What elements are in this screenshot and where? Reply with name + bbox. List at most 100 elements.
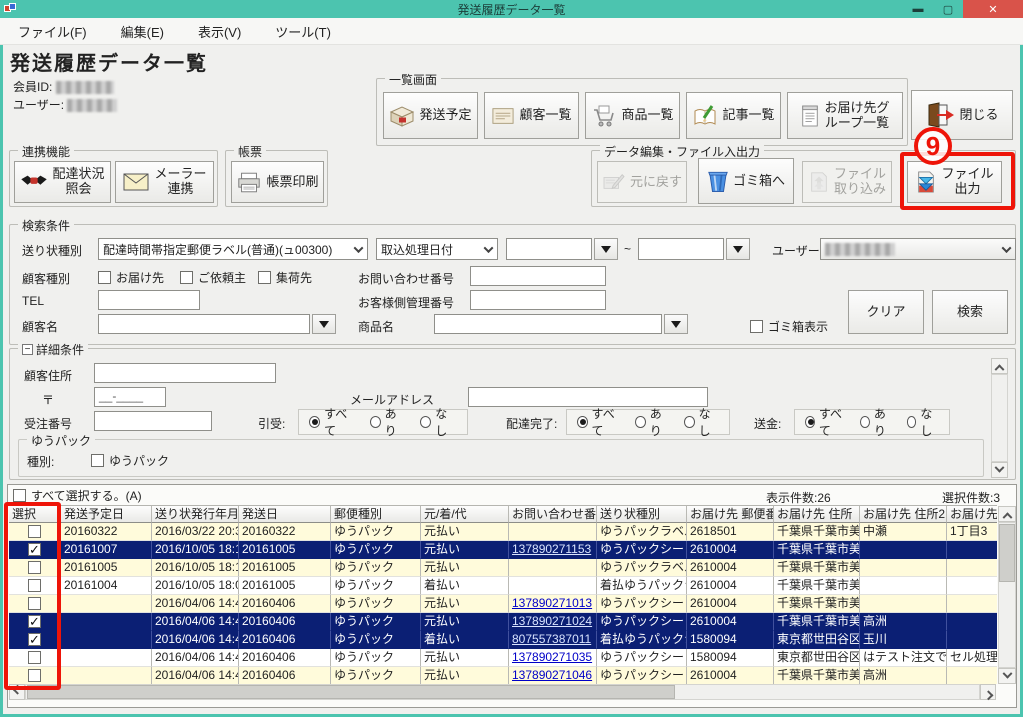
date-to-picker-button[interactable]: [726, 238, 750, 260]
table-header-cell[interactable]: 発送日: [239, 505, 331, 523]
date-from-picker-button[interactable]: [594, 238, 618, 260]
row-checkbox[interactable]: [28, 561, 41, 574]
checkbox-delivery-to[interactable]: お届け先: [98, 269, 164, 286]
radio-remit-no[interactable]: なし: [907, 405, 939, 439]
shipping-schedule-button[interactable]: 発送予定: [383, 92, 478, 139]
customer-name-input[interactable]: [98, 314, 310, 334]
tracking-number-link[interactable]: 807557387011: [512, 632, 591, 646]
radio-delivery-no[interactable]: なし: [684, 405, 719, 439]
clear-button[interactable]: クリア: [848, 290, 924, 334]
tracking-number-link[interactable]: 137890271035: [512, 650, 592, 664]
table-row[interactable]: 201603222016/03/22 20:320160322ゆうパック元払いゆ…: [9, 523, 997, 541]
customer-list-button[interactable]: 顧客一覧: [484, 92, 579, 139]
radio-pickup-all[interactable]: すべて: [309, 405, 356, 439]
select-all-checkbox[interactable]: [13, 489, 26, 502]
order-no-input[interactable]: [94, 411, 212, 431]
user-filter-select[interactable]: [820, 238, 1016, 260]
row-checkbox[interactable]: [28, 615, 41, 628]
checkbox-pickup-point[interactable]: 集荷先: [258, 269, 312, 286]
table-row[interactable]: 2016/04/06 14:420160406ゆうパック元払い137890271…: [9, 613, 997, 631]
table-row[interactable]: 2016/04/06 14:420160406ゆうパック元払い137890271…: [9, 667, 997, 684]
row-checkbox[interactable]: [28, 597, 41, 610]
table-scroll-right[interactable]: [980, 684, 996, 700]
article-list-button[interactable]: 記事一覧: [686, 92, 781, 139]
checkbox-requester[interactable]: ご依頼主: [180, 269, 246, 286]
maximize-button[interactable]: ▢: [933, 0, 963, 18]
product-name-dropdown-button[interactable]: [664, 314, 688, 334]
menu-file[interactable]: ファイル(F): [14, 20, 91, 43]
table-header-cell[interactable]: 選択: [9, 505, 61, 523]
table-row[interactable]: 201610052016/10/05 18:120161005ゆうパック元払いゆ…: [9, 559, 997, 577]
customer-name-dropdown-button[interactable]: [312, 314, 336, 334]
radio-delivery-yes[interactable]: あり: [635, 405, 670, 439]
table-row[interactable]: 201610072016/10/05 18:120161005ゆうパック元払い1…: [9, 541, 997, 559]
table-header-cell[interactable]: 送り状種別: [597, 505, 687, 523]
table-vscroll-thumb[interactable]: [999, 524, 1015, 582]
row-checkbox[interactable]: [28, 651, 41, 664]
delivery-status-button[interactable]: 配達状況 照会: [14, 161, 111, 203]
row-checkbox[interactable]: [28, 525, 41, 538]
radio-remit-yes[interactable]: あり: [860, 405, 892, 439]
close-screen-button[interactable]: 閉じる: [911, 90, 1013, 140]
tracking-number-link[interactable]: 137890271046: [512, 668, 592, 682]
radio-delivery-all[interactable]: すべて: [577, 405, 621, 439]
table-header-cell[interactable]: お届け先 住所3: [947, 505, 997, 523]
collapse-toggle[interactable]: −: [22, 344, 33, 355]
tracking-number-link[interactable]: 137890271153: [512, 542, 591, 556]
select-all-row[interactable]: すべて選択する。(A): [13, 487, 142, 504]
close-window-button[interactable]: ✕: [963, 0, 1023, 18]
inquiry-no-input[interactable]: [470, 266, 606, 286]
table-row[interactable]: 2016/04/06 14:420160406ゆうパック着払い807557387…: [9, 631, 997, 649]
table-header-cell[interactable]: 元/着/代: [421, 505, 509, 523]
table-scroll-down[interactable]: [998, 668, 1016, 684]
radio-pickup-no[interactable]: なし: [420, 405, 457, 439]
mailer-link-button[interactable]: メーラー 連携: [115, 161, 214, 203]
date-from-input[interactable]: [506, 238, 592, 260]
table-hscroll-thumb[interactable]: [27, 685, 675, 699]
table-scroll-up[interactable]: [998, 506, 1016, 522]
mail-input[interactable]: [468, 387, 708, 407]
product-list-button[interactable]: 商品一覧: [585, 92, 680, 139]
tracking-number-link[interactable]: 137890271024: [512, 614, 592, 628]
checkbox-show-trash[interactable]: ゴミ箱表示: [750, 318, 828, 335]
table-row[interactable]: 2016/04/06 14:420160406ゆうパック元払い137890271…: [9, 649, 997, 667]
report-print-button[interactable]: 帳票印刷: [231, 161, 324, 203]
radio-remit-all[interactable]: すべて: [805, 405, 846, 439]
table-scroll-left[interactable]: [9, 684, 25, 700]
file-export-button[interactable]: ファイル 出力: [907, 161, 1002, 203]
menu-edit[interactable]: 編集(E): [117, 20, 168, 43]
postal-input[interactable]: __-____: [94, 387, 166, 407]
table-row[interactable]: 201610042016/10/05 18:020161005ゆうパック着払い着…: [9, 577, 997, 595]
row-checkbox[interactable]: [28, 579, 41, 592]
date-to-input[interactable]: [638, 238, 724, 260]
delivery-group-list-button[interactable]: お届け先グ ループ一覧: [787, 92, 903, 139]
table-row[interactable]: 2016/04/06 14:420160406ゆうパック元払い137890271…: [9, 595, 997, 613]
menu-tools[interactable]: ツール(T): [271, 20, 335, 43]
tracking-number-link[interactable]: 137890271013: [512, 596, 592, 610]
product-name-input[interactable]: [434, 314, 662, 334]
menu-view[interactable]: 表示(V): [194, 20, 245, 43]
minimize-button[interactable]: ▬: [903, 0, 933, 18]
row-checkbox[interactable]: [28, 543, 41, 556]
customer-mgmt-no-input[interactable]: [470, 290, 606, 310]
trash-button[interactable]: ゴミ箱へ: [698, 158, 794, 204]
table-header-cell[interactable]: 発送予定日: [61, 505, 152, 523]
row-checkbox[interactable]: [28, 669, 41, 682]
table-header-cell[interactable]: 郵便種別: [331, 505, 421, 523]
table-header-cell[interactable]: 送り状発行年月日: [152, 505, 239, 523]
table-header-cell[interactable]: お届け先 郵便番号: [687, 505, 774, 523]
invoice-type-select[interactable]: 配達時間帯指定郵便ラベル(普通)(ュ00300): [98, 238, 368, 260]
checkbox-yupack[interactable]: ゆうパック: [91, 452, 169, 469]
table-header-cell[interactable]: お届け先 住所: [774, 505, 860, 523]
radio-pickup-yes[interactable]: あり: [370, 405, 407, 439]
table-header-cell[interactable]: お問い合わせ番号: [509, 505, 597, 523]
conditions-scroll-track[interactable]: [991, 374, 1008, 462]
date-type-select[interactable]: 取込処理日付: [376, 238, 498, 260]
row-checkbox[interactable]: [28, 633, 41, 646]
conditions-scroll-up[interactable]: [991, 358, 1008, 374]
tel-input[interactable]: [98, 290, 200, 310]
table-header-cell[interactable]: お届け先 住所2: [860, 505, 947, 523]
customer-address-input[interactable]: [94, 363, 276, 383]
search-button[interactable]: 検索: [932, 290, 1008, 334]
conditions-scroll-down[interactable]: [991, 462, 1008, 478]
